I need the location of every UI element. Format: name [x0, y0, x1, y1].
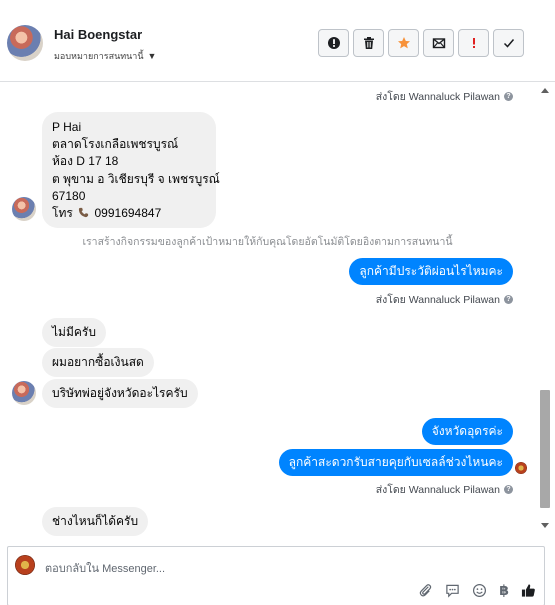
scrollbar-thumb[interactable] [540, 390, 550, 508]
checkmark-icon [503, 39, 514, 48]
incoming-message[interactable]: บริษัทพ่อยู่จังหวัดอะไรครับ [42, 379, 198, 408]
lead-activity-notice: เราสร้างกิจกรรมของลูกค้าเป้าหมายให้กับคุ… [82, 236, 453, 248]
assign-conversation-label: มอบหมายการสนทนานี้ [54, 51, 144, 61]
address-line: ห้อง D 17 18 [52, 154, 119, 169]
delete-button[interactable] [353, 29, 384, 57]
envelope-icon [432, 38, 445, 49]
mark-important-button[interactable] [458, 29, 489, 57]
like-button[interactable] [521, 583, 536, 598]
saved-replies-button[interactable] [445, 583, 460, 598]
sent-by-text: ส่งโดย Wannaluck Pilawan [375, 91, 500, 103]
header-actions [318, 29, 524, 57]
sent-by-text: ส่งโดย Wannaluck Pilawan [375, 484, 500, 496]
assign-conversation-dropdown[interactable]: มอบหมายการสนทนานี้ ▼ [54, 49, 156, 63]
page-avatar [15, 555, 35, 575]
address-line: ตลาดโรงเกลือเพชรบูรณ์ [52, 137, 179, 152]
incoming-message[interactable]: ช่างไหนก็ได้ครับ [42, 507, 149, 536]
contact-name[interactable]: Hai Boengstar [54, 27, 142, 42]
outgoing-message[interactable]: จังหวัดอุดรค่ะ [421, 418, 513, 445]
address-line: 67180 [52, 188, 86, 203]
emoji-icon [473, 583, 487, 598]
chat-bubble-icon [446, 584, 459, 598]
mark-done-button[interactable] [493, 29, 524, 57]
seen-receipt-avatar [515, 462, 527, 474]
emoji-button[interactable] [472, 583, 487, 598]
conversation-header: Hai Boengstar มอบหมายการสนทนานี้ ▼ [0, 0, 555, 82]
incoming-address-message[interactable]: P Hai ตลาดโรงเกลือเพชรบูรณ์ ห้อง D 17 18… [42, 112, 220, 229]
contact-avatar-small [12, 197, 36, 221]
composer-tools: ฿ [418, 583, 536, 598]
reply-input[interactable]: ตอบกลับใน Messenger... [45, 559, 165, 577]
thumbs-up-icon [521, 584, 535, 597]
incoming-message[interactable]: ผมอยากซื้อเงินสด [42, 348, 154, 377]
phone-line: โทร 0991694847 [52, 205, 207, 222]
sent-by-text: ส่งโดย Wannaluck Pilawan [375, 294, 500, 306]
address-line: P Hai [52, 120, 82, 134]
phone-prefix: โทร [52, 206, 73, 221]
star-icon [397, 37, 410, 49]
attach-button[interactable] [418, 583, 433, 598]
question-icon[interactable]: ? [504, 295, 513, 304]
scroll-up-arrow-icon[interactable] [541, 88, 549, 93]
caret-down-icon: ▼ [147, 51, 157, 61]
scroll-down-arrow-icon[interactable] [541, 523, 549, 528]
trash-icon [363, 37, 374, 49]
phone-icon [79, 207, 89, 218]
question-icon[interactable]: ? [504, 92, 513, 101]
sent-by-label: ส่งโดย Wannaluck Pilawan ? [376, 88, 513, 105]
attach-icon [420, 584, 432, 597]
contact-avatar-small [12, 381, 36, 405]
conversation-scrollbar[interactable] [539, 82, 551, 534]
exclamation-circle-icon [327, 37, 340, 49]
report-spam-button[interactable] [318, 29, 349, 57]
mark-unread-button[interactable] [423, 29, 454, 57]
outgoing-message[interactable]: ลูกค้ามีประวัติผ่อนไรไหมคะ [349, 258, 513, 285]
payment-baht-icon[interactable]: ฿ [499, 583, 509, 598]
sent-by-label: ส่งโดย Wannaluck Pilawan ? [376, 481, 513, 498]
question-icon[interactable]: ? [504, 485, 513, 494]
exclamation-icon [472, 38, 475, 48]
star-button[interactable] [388, 29, 419, 57]
phone-number[interactable]: 0991694847 [95, 206, 162, 220]
contact-avatar[interactable] [7, 25, 43, 61]
address-line: ต พุขาม อ วิเชียรบุรี จ เพชรบูรณ์ [52, 171, 220, 186]
incoming-message[interactable]: ไม่มีครับ [42, 318, 106, 347]
sent-by-label: ส่งโดย Wannaluck Pilawan ? [376, 291, 513, 308]
reply-composer[interactable]: ตอบกลับใน Messenger... ฿ [7, 546, 545, 605]
outgoing-message[interactable]: ลูกค้าสะดวกรับสายคุยกับเซลล์ช่วงไหนคะ [278, 449, 513, 476]
